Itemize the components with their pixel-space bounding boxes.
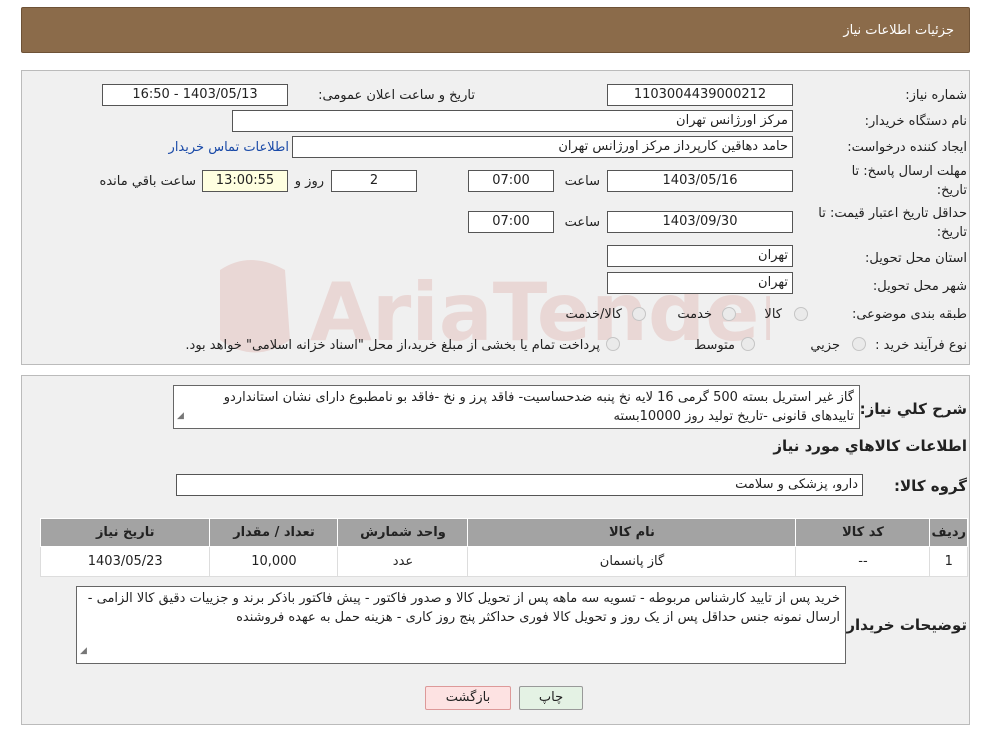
resize-grip-icon[interactable]: ◢ xyxy=(177,407,184,426)
back-button[interactable]: بازگشت xyxy=(425,686,511,710)
creator-label: ایجاد کننده درخواست: xyxy=(847,140,967,155)
items-table: رديف کد کالا نام کالا واحد شمارش تعداد /… xyxy=(39,518,968,577)
page-header: جزئیات اطلاعات نیاز xyxy=(21,7,970,53)
print-button[interactable]: چاپ xyxy=(519,686,583,710)
resize-grip-icon[interactable]: ◢ xyxy=(80,642,87,661)
need-number-field: 1103004439000212 xyxy=(607,84,793,106)
deadline-label-line1: مهلت ارسال پاسخ: تا xyxy=(851,164,967,179)
col-row: رديف xyxy=(929,518,968,547)
need-number-label: شماره نیاز: xyxy=(905,88,967,103)
buyer-notes-textarea: خرید پس از تایید کارشناس مربوطه - تسویه … xyxy=(76,586,846,664)
category-radio-goods-service[interactable] xyxy=(632,307,646,321)
process-radio-minor[interactable] xyxy=(852,337,866,351)
col-date: تاریخ نیاز xyxy=(39,518,211,547)
col-unit: واحد شمارش xyxy=(337,518,469,547)
remaining-label: ساعت باقي مانده xyxy=(99,174,196,189)
announce-field: 1403/05/13 - 16:50 xyxy=(102,84,288,106)
validity-time-label: ساعت xyxy=(564,215,600,230)
col-code: کد کالا xyxy=(795,518,931,547)
category-option-service: خدمت xyxy=(677,307,712,322)
days-field: 2 xyxy=(331,170,417,192)
province-label: استان محل تحویل: xyxy=(865,251,967,266)
process-radio-medium[interactable] xyxy=(741,337,755,351)
category-option-goods: کالا xyxy=(764,307,782,322)
cell-code: -- xyxy=(795,546,931,577)
remaining-time-field: 13:00:55 xyxy=(202,170,288,192)
col-quantity: تعداد / مقدار xyxy=(209,518,339,547)
col-name: نام کالا xyxy=(467,518,797,547)
table-header-row: رديف کد کالا نام کالا واحد شمارش تعداد /… xyxy=(39,518,968,547)
group-field: دارو، پزشکی و سلامت xyxy=(176,474,863,496)
city-field: تهران xyxy=(607,272,793,294)
process-note: پرداخت تمام یا بخشی از مبلغ خرید،از محل … xyxy=(185,338,600,353)
category-radio-service[interactable] xyxy=(722,307,736,321)
deadline-time-field: 07:00 xyxy=(468,170,554,192)
buyer-contact-link[interactable]: اطلاعات تماس خریدار xyxy=(169,140,289,155)
validity-label-line1: حداقل تاریخ اعتبار قیمت: تا xyxy=(818,206,967,221)
buyer-field: مرکز اورژانس تهران xyxy=(232,110,793,132)
creator-field: حامد دهاقین کارپرداز مرکز اورژانس تهران xyxy=(292,136,793,158)
buyer-notes-label: توضیحات خریدار: xyxy=(840,616,967,634)
deadline-date-field: 1403/05/16 xyxy=(607,170,793,192)
days-label: روز و xyxy=(294,174,324,189)
category-option-goods-service: کالا/خدمت xyxy=(565,307,622,322)
city-label: شهر محل تحویل: xyxy=(872,279,967,294)
deadline-time-label: ساعت xyxy=(564,174,600,189)
deadline-label-line2: تاریخ: xyxy=(936,183,967,198)
validity-label-line2: تاریخ: xyxy=(936,225,967,240)
cell-unit: عدد xyxy=(337,546,469,577)
validity-date-field: 1403/09/30 xyxy=(607,211,793,233)
cell-name: گاز پانسمان xyxy=(467,546,797,577)
items-heading: اطلاعات کالاهاي مورد نياز xyxy=(773,437,967,455)
process-option-minor: جزيي xyxy=(810,338,840,353)
validity-time-field: 07:00 xyxy=(468,211,554,233)
announce-label: تاریخ و ساعت اعلان عمومی: xyxy=(318,88,475,103)
cell-row: 1 xyxy=(929,546,968,577)
process-radio-treasury[interactable] xyxy=(606,337,620,351)
description-label: شرح کلي نياز: xyxy=(859,400,967,418)
description-textarea: گاز غیر استریل بسته 500 گرمی 16 لایه نخ … xyxy=(173,385,860,429)
province-field: تهران xyxy=(607,245,793,267)
buyer-notes-text: خرید پس از تایید کارشناس مربوطه - تسویه … xyxy=(87,591,840,625)
process-label: نوع فرآیند خرید : xyxy=(875,338,967,353)
category-label: طبقه بندی موضوعی: xyxy=(851,307,967,322)
buyer-label: نام دستگاه خریدار: xyxy=(864,114,967,129)
cell-quantity: 10,000 xyxy=(209,546,339,577)
group-label: گروه کالا: xyxy=(894,477,967,495)
page-title: جزئیات اطلاعات نیاز xyxy=(843,23,954,38)
category-radio-goods[interactable] xyxy=(794,307,808,321)
description-text: گاز غیر استریل بسته 500 گرمی 16 لایه نخ … xyxy=(223,390,854,424)
process-option-medium: متوسط xyxy=(694,338,735,353)
cell-date: 1403/05/23 xyxy=(39,546,211,577)
table-row: 1 -- گاز پانسمان عدد 10,000 1403/05/23 xyxy=(39,546,968,577)
